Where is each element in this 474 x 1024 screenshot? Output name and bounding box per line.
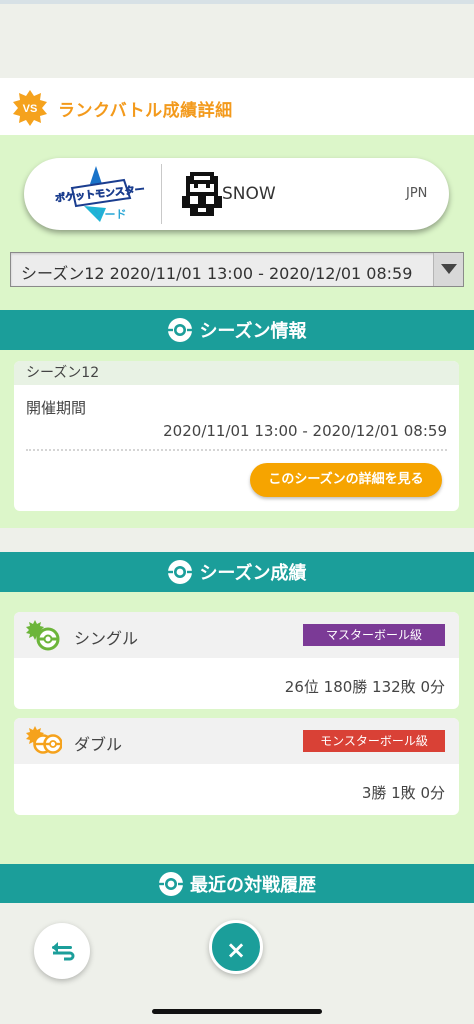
- period-label: 開催期間: [26, 399, 87, 417]
- single-rank-badge: マスターボール級: [303, 624, 445, 646]
- season-results-header: シーズン成績: [0, 552, 474, 592]
- game-logo: ポケットモンスター ソード: [54, 166, 146, 222]
- single-battle-header: シングル マスターボール級: [14, 612, 459, 658]
- trainer-name: SNOW: [222, 184, 276, 204]
- vs-badge-text: VS: [23, 103, 38, 115]
- single-battle-card[interactable]: シングル マスターボール級 26位 180勝 132敗 0分: [14, 612, 459, 709]
- close-button[interactable]: ×: [209, 920, 263, 974]
- home-indicator[interactable]: [152, 1009, 322, 1014]
- double-battle-header: ダブル モンスターボール級: [14, 718, 459, 764]
- dropdown-arrow-icon[interactable]: [433, 253, 463, 286]
- vs-badge-icon: VS: [13, 90, 47, 126]
- back-arrow-icon: [52, 942, 75, 961]
- season-results-title: シーズン成績: [199, 563, 307, 584]
- double-battle-icon: [26, 726, 62, 754]
- season-card-title: シーズン12: [14, 361, 459, 385]
- recent-battles-title: 最近の対戦履歴: [190, 875, 316, 896]
- single-battle-label: シングル: [74, 629, 139, 648]
- card-divider: [161, 164, 162, 224]
- season-info-header: シーズン情報: [0, 310, 474, 350]
- trainer-region: JPN: [406, 186, 428, 201]
- pokeball-icon: [167, 318, 194, 342]
- game-logo-line2: ソード: [94, 208, 127, 221]
- double-battle-label: ダブル: [74, 735, 123, 754]
- season-select[interactable]: シーズン12 2020/11/01 13:00 - 2020/12/01 08:…: [10, 252, 464, 287]
- trainer-avatar-icon: [182, 172, 222, 216]
- page-title: ランクバトル成績詳細: [58, 101, 233, 121]
- back-button[interactable]: [34, 923, 90, 979]
- season-info-card: シーズン12 開催期間 2020/11/01 13:00 - 2020/12/0…: [14, 361, 459, 511]
- top-edge-line: [0, 0, 474, 4]
- pokeball-icon: [167, 560, 194, 584]
- single-battle-stats: 26位 180勝 132敗 0分: [284, 678, 445, 696]
- recent-battles-header: 最近の対戦履歴: [0, 864, 474, 904]
- title-bar: VS ランクバトル成績詳細: [0, 78, 474, 135]
- single-battle-icon: [26, 620, 60, 651]
- season-select-value: シーズン12 2020/11/01 13:00 - 2020/12/01 08:…: [21, 264, 413, 283]
- double-battle-stats: 3勝 1敗 0分: [361, 784, 445, 802]
- period-value: 2020/11/01 13:00 - 2020/12/01 08:59: [163, 422, 447, 440]
- season-detail-button[interactable]: このシーズンの詳細を見る: [250, 463, 442, 497]
- dotted-divider: [26, 449, 447, 451]
- double-rank-badge: モンスターボール級: [303, 730, 445, 752]
- season-info-title: シーズン情報: [199, 321, 307, 342]
- top-blank-area: [0, 0, 474, 78]
- pokeball-icon: [158, 872, 184, 896]
- double-battle-card[interactable]: ダブル モンスターボール級 3勝 1敗 0分: [14, 718, 459, 815]
- trainer-card: ポケットモンスター ソード SNOW JPN: [24, 158, 449, 230]
